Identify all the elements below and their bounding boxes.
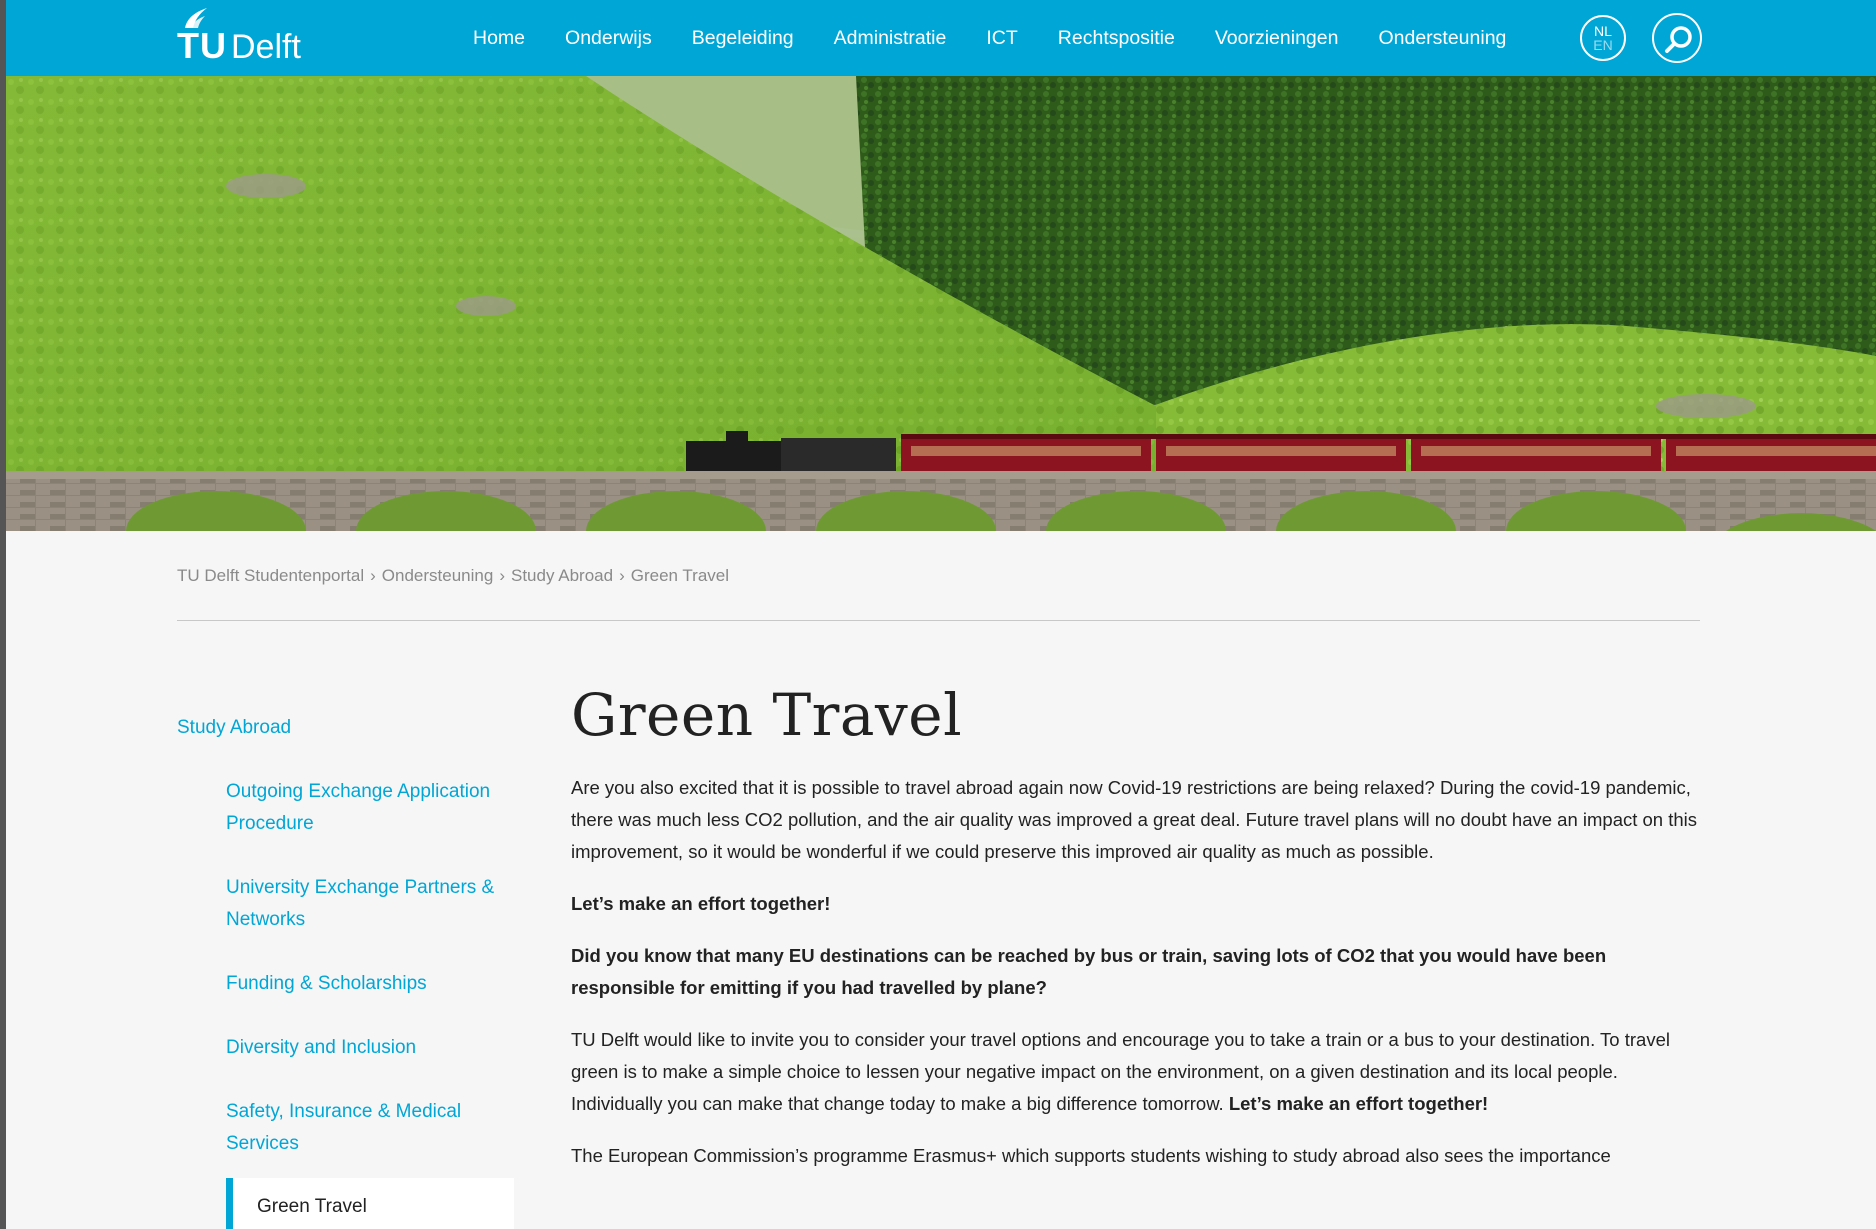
language-switch[interactable]: NL EN: [1580, 15, 1626, 61]
breadcrumb-separator: ›: [370, 566, 376, 585]
invite-bold: Let’s make an effort together!: [1228, 1093, 1489, 1114]
nav-administratie[interactable]: Administratie: [834, 27, 947, 50]
intro-paragraph: Are you also excited that it is possible…: [571, 777, 1698, 862]
sidebar-parent-study-abroad[interactable]: Study Abroad: [177, 717, 291, 739]
sidebar-item-exchange-partners[interactable]: University Exchange Partners & Networks: [226, 872, 516, 936]
window-edge: [0, 0, 6, 1229]
callout-heading: Let’s make an effort together!: [571, 893, 831, 914]
breadcrumb-item-home[interactable]: TU Delft Studentenportal: [177, 566, 364, 585]
page-title: Green Travel: [571, 681, 963, 749]
logo-text-tu: TU: [177, 25, 227, 66]
breadcrumb-separator: ›: [619, 566, 625, 585]
nav-rechtspositie[interactable]: Rechtspositie: [1058, 27, 1175, 50]
breadcrumb-item-ondersteuning[interactable]: Ondersteuning: [382, 566, 494, 585]
sidebar-item-diversity[interactable]: Diversity and Inclusion: [226, 1032, 516, 1064]
nav-home[interactable]: Home: [473, 27, 525, 50]
sidebar-item-green-travel[interactable]: Green Travel: [226, 1178, 514, 1229]
breadcrumb-item-study-abroad[interactable]: Study Abroad: [511, 566, 613, 585]
main-nav: Home Onderwijs Begeleiding Administratie…: [473, 0, 1546, 76]
top-navigation-bar: TU Delft Home Onderwijs Begeleiding Admi…: [6, 0, 1876, 76]
sidebar-item-funding[interactable]: Funding & Scholarships: [226, 968, 516, 1000]
search-button[interactable]: [1652, 13, 1702, 63]
did-you-know-paragraph: Did you know that many EU destinations c…: [571, 945, 1607, 998]
main-content: Green Travel Are you also excited that i…: [571, 680, 1701, 1192]
divider: [177, 620, 1700, 621]
invite-paragraph: TU Delft would like to invite you to con…: [571, 1024, 1701, 1120]
lang-en[interactable]: EN: [1582, 38, 1624, 52]
nav-onderwijs[interactable]: Onderwijs: [565, 27, 652, 50]
hero-image: [6, 76, 1876, 531]
erasmus-paragraph: The European Commission’s programme Eras…: [571, 1145, 1611, 1166]
invite-text: TU Delft would like to invite you to con…: [571, 1029, 1670, 1114]
nav-voorzieningen[interactable]: Voorzieningen: [1215, 27, 1339, 50]
nav-ondersteuning[interactable]: Ondersteuning: [1378, 27, 1506, 50]
breadcrumb: TU Delft Studentenportal › Ondersteuning › S…: [177, 566, 729, 586]
breadcrumb-item-current: Green Travel: [630, 566, 729, 585]
sidebar-nav: Outgoing Exchange Application Procedure …: [226, 776, 516, 1192]
sidebar-item-active-label: Green Travel: [257, 1196, 367, 1217]
breadcrumb-separator: ›: [499, 566, 505, 585]
nav-ict[interactable]: ICT: [986, 27, 1017, 50]
logo-text-delft: Delft: [231, 28, 301, 66]
sidebar-item-outgoing-exchange[interactable]: Outgoing Exchange Application Procedure: [226, 776, 516, 840]
nav-begeleiding[interactable]: Begeleiding: [692, 27, 794, 50]
tu-delft-logo[interactable]: TU Delft: [177, 8, 317, 66]
search-icon: [1665, 26, 1692, 53]
sidebar-item-safety[interactable]: Safety, Insurance & Medical Services: [226, 1096, 516, 1160]
